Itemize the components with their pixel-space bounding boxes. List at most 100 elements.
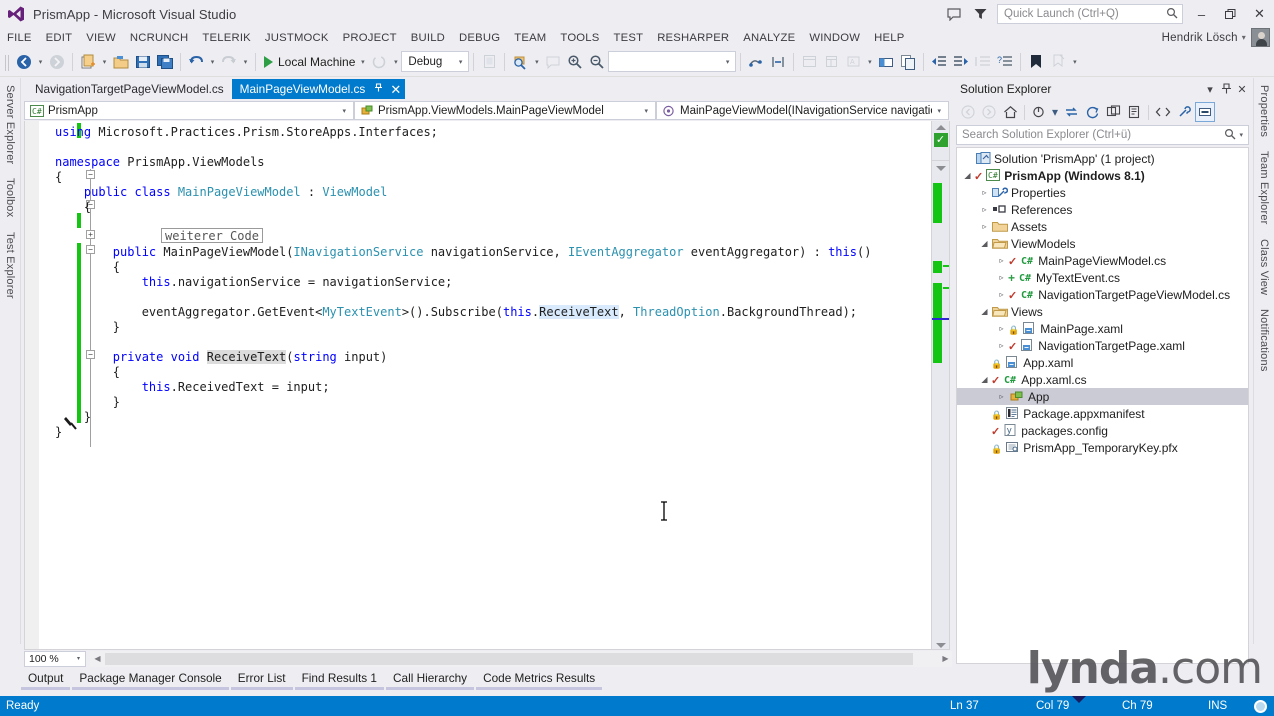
tree-row[interactable]: ◢ ✓ C# PrismApp (Windows 8.1) xyxy=(957,167,1248,184)
bookmark-dropdown-icon[interactable]: ▾ xyxy=(1069,51,1080,73)
tree-expander-closed-icon[interactable]: ▹ xyxy=(978,188,991,197)
show-all-files-icon[interactable] xyxy=(1124,102,1144,122)
menu-project[interactable]: PROJECT xyxy=(336,30,404,46)
menu-resharper[interactable]: RESHARPER xyxy=(650,30,736,46)
tab-code-metrics-results[interactable]: Code Metrics Results xyxy=(476,668,603,690)
menu-view[interactable]: VIEW xyxy=(79,30,123,46)
tree-row[interactable]: 🔒 PrismApp_TemporaryKey.pfx xyxy=(957,439,1248,456)
tree-row-selected[interactable]: ▹ App xyxy=(957,388,1248,405)
close-button[interactable]: ✕ xyxy=(1245,0,1274,28)
menu-telerik[interactable]: TELERIK xyxy=(195,30,258,46)
chevron-down-icon[interactable]: ▾ xyxy=(455,58,467,66)
bookmark-icon[interactable] xyxy=(1025,51,1047,73)
menu-justmock[interactable]: JUSTMOCK xyxy=(258,30,336,46)
tree-row[interactable]: ◢ ViewModels xyxy=(957,235,1248,252)
menu-build[interactable]: BUILD xyxy=(404,30,452,46)
save-all-icon[interactable] xyxy=(154,51,176,73)
menu-debug[interactable]: DEBUG xyxy=(452,30,507,46)
zoom-out-icon[interactable] xyxy=(586,51,608,73)
navigate-back-icon[interactable] xyxy=(13,51,35,73)
solution-configuration-combo[interactable]: Debug ▾ xyxy=(401,51,470,72)
attach-process-icon[interactable] xyxy=(478,51,500,73)
horizontal-scroll-thumb[interactable] xyxy=(105,652,913,665)
comment-selection-icon[interactable] xyxy=(542,51,564,73)
refresh-icon[interactable] xyxy=(1082,102,1102,122)
toolwindow-icon[interactable] xyxy=(875,51,897,73)
tree-row[interactable]: ▹ + C# MyTextEvent.cs xyxy=(957,269,1248,286)
user-menu-chevron-down-icon[interactable]: ▾ xyxy=(1242,33,1246,42)
find-icon[interactable] xyxy=(509,51,531,73)
tree-row[interactable]: ▹ ✓ NavigationTargetPage.xaml xyxy=(957,337,1248,354)
tree-row[interactable]: ▹ Properties xyxy=(957,184,1248,201)
dock-tab-notifications[interactable]: Notifications xyxy=(1254,302,1274,379)
pending-changes-icon[interactable] xyxy=(1029,102,1049,122)
sync-with-active-document-icon[interactable] xyxy=(1061,102,1081,122)
tree-row[interactable]: ▹ 🔒 MainPage.xaml xyxy=(957,320,1248,337)
navbar-member-combo[interactable]: MainPageViewModel(INavigationService nav… xyxy=(656,101,949,120)
undo-icon[interactable] xyxy=(185,51,207,73)
close-icon[interactable]: ✕ xyxy=(1234,80,1250,98)
back-icon[interactable] xyxy=(958,102,978,122)
navigate-backward-code-icon[interactable] xyxy=(745,51,767,73)
menu-window[interactable]: WINDOW xyxy=(802,30,867,46)
uncomment-lines-icon[interactable]: ? xyxy=(994,51,1016,73)
home-icon[interactable] xyxy=(1000,102,1020,122)
new-project-icon[interactable] xyxy=(77,51,99,73)
preview-selected-items-icon[interactable] xyxy=(1195,102,1215,122)
chevron-down-icon[interactable]: ▾ xyxy=(639,107,653,115)
solution-explorer-search-input[interactable]: Search Solution Explorer (Ctrl+ü) ▾ xyxy=(956,125,1249,145)
collapse-all-icon[interactable] xyxy=(1103,102,1123,122)
document-tab-mainpageviewmodel[interactable]: MainPageViewModel.cs ✕ xyxy=(231,79,406,99)
scrollbar-margin-map[interactable]: ✓ xyxy=(931,121,949,649)
tree-expander-open-icon[interactable]: ◢ xyxy=(961,171,974,180)
menu-analyze[interactable]: ANALYZE xyxy=(736,30,802,46)
new-project-dropdown-icon[interactable]: ▾ xyxy=(99,51,110,73)
properties-window-icon[interactable] xyxy=(820,51,842,73)
dock-tab-test-explorer[interactable]: Test Explorer xyxy=(0,225,20,306)
chevron-down-icon[interactable]: ▾ xyxy=(932,107,946,115)
chevron-down-icon[interactable]: ▾ xyxy=(722,58,734,66)
tree-expander-closed-icon[interactable]: ▹ xyxy=(978,222,991,231)
stop-icon[interactable] xyxy=(368,51,390,73)
navigate-forward-code-icon[interactable] xyxy=(767,51,789,73)
tree-expander-open-icon[interactable]: ◢ xyxy=(978,375,991,384)
tree-row[interactable]: ▹ ✓ C# NavigationTargetPageViewModel.cs xyxy=(957,286,1248,303)
search-options-chevron-down-icon[interactable]: ▾ xyxy=(1236,131,1246,139)
maximize-button[interactable] xyxy=(1216,0,1245,28)
horizontal-scrollbar[interactable]: ◀ ▶ xyxy=(90,650,953,667)
menu-ncrunch[interactable]: NCRUNCH xyxy=(123,30,196,46)
start-target-dropdown-icon[interactable]: ▾ xyxy=(357,51,368,73)
redo-icon[interactable] xyxy=(218,51,240,73)
menu-file[interactable]: FILE xyxy=(0,30,39,46)
tab-call-hierarchy[interactable]: Call Hierarchy xyxy=(386,668,475,690)
navigate-forward-icon[interactable] xyxy=(46,51,68,73)
tree-row[interactable]: ▹ References xyxy=(957,201,1248,218)
user-name-label[interactable]: Hendrik Lösch xyxy=(1162,32,1238,44)
minimize-button[interactable]: – xyxy=(1187,0,1216,28)
stop-dropdown-icon[interactable]: ▾ xyxy=(390,51,401,73)
menu-tools[interactable]: TOOLS xyxy=(553,30,606,46)
pending-changes-dropdown-icon[interactable]: ▾ xyxy=(1050,102,1060,122)
find-dropdown-icon[interactable]: ▾ xyxy=(531,51,542,73)
copy-window-icon[interactable] xyxy=(897,51,919,73)
redo-dropdown-icon[interactable]: ▾ xyxy=(240,51,251,73)
tree-expander-closed-icon[interactable]: ▹ xyxy=(995,324,1008,333)
object-browser-dropdown-icon[interactable]: ▾ xyxy=(864,51,875,73)
dock-tab-toolbox[interactable]: Toolbox xyxy=(0,171,20,224)
zoom-in-icon[interactable] xyxy=(564,51,586,73)
start-debugging-button[interactable]: Local Machine xyxy=(260,51,357,73)
user-avatar[interactable] xyxy=(1251,28,1270,47)
menu-help[interactable]: HELP xyxy=(867,30,911,46)
pin-icon[interactable] xyxy=(373,82,384,96)
solution-explorer-tree[interactable]: Solution 'PrismApp' (1 project) ◢ ✓ C# Prism… xyxy=(956,147,1249,664)
object-browser-icon[interactable]: A xyxy=(842,51,864,73)
tab-find-results-1[interactable]: Find Results 1 xyxy=(294,668,384,690)
forward-icon[interactable] xyxy=(979,102,999,122)
tab-output[interactable]: Output xyxy=(21,668,71,690)
tree-expander-open-icon[interactable]: ◢ xyxy=(978,239,991,248)
comment-lines-icon[interactable] xyxy=(972,51,994,73)
tree-row[interactable]: 🔒 Package.appxmanifest xyxy=(957,405,1248,422)
navbar-type-combo[interactable]: PrismApp.ViewModels.MainPageViewModel ▾ xyxy=(354,101,656,120)
scroll-left-arrow-icon[interactable]: ◀ xyxy=(90,651,105,667)
tree-row[interactable]: ✓ y packages.config xyxy=(957,422,1248,439)
